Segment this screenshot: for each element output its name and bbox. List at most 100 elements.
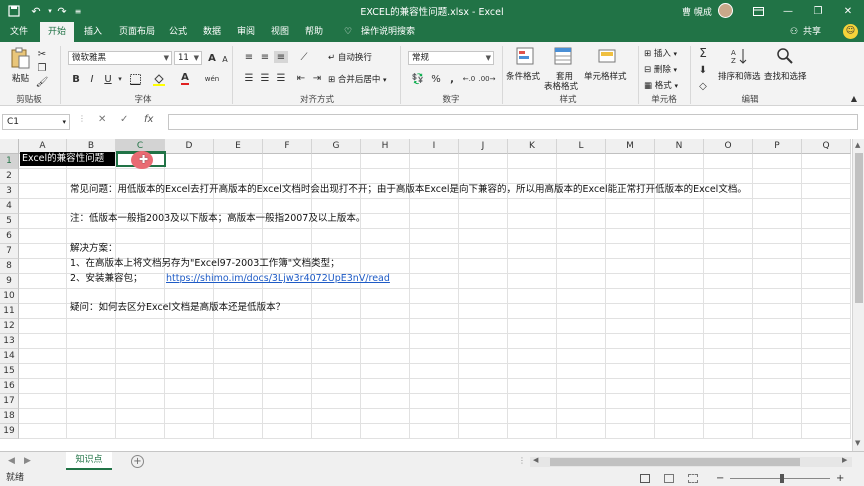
column-header-m[interactable]: M (606, 139, 655, 154)
tab-file[interactable]: 文件 (4, 22, 34, 42)
row-header-11[interactable]: 11 (0, 304, 19, 319)
customize-toolbar-icon[interactable]: ≡ (70, 3, 86, 19)
column-header-g[interactable]: G (312, 139, 361, 154)
column-header-e[interactable]: E (214, 139, 263, 154)
fill-color-icon[interactable] (152, 72, 166, 86)
insert-function-button[interactable]: fx (144, 114, 153, 130)
chevron-down-icon[interactable]: ▾ (116, 73, 124, 85)
row-header-17[interactable]: 17 (0, 394, 19, 409)
font-name-select[interactable]: 微软雅黑 ▼ (68, 51, 172, 65)
restore-button[interactable]: ❐ (804, 2, 832, 20)
cell-b3[interactable]: 常见问题：用低版本的Excel去打开高版本的Excel文档时会出现打不开；由于高… (70, 182, 747, 197)
conditional-format-icon[interactable] (514, 46, 536, 66)
format-cells-button[interactable]: ▦ 格式 ▾ (644, 79, 678, 91)
align-bottom-icon[interactable]: ≡ (274, 51, 288, 63)
normal-view-icon[interactable] (640, 474, 650, 483)
tab-help[interactable]: 帮助 (300, 22, 328, 42)
cancel-entry-button[interactable]: ✕ (98, 114, 106, 130)
row-header-4[interactable]: 4 (0, 199, 19, 214)
phonetic-icon[interactable]: wén (202, 72, 222, 86)
delete-cells-button[interactable]: ⊟ 删除 ▾ (644, 63, 677, 75)
row-header-15[interactable]: 15 (0, 364, 19, 379)
row-header-12[interactable]: 12 (0, 319, 19, 334)
tab-page-layout[interactable]: 页面布局 (112, 22, 162, 42)
accounting-format-icon[interactable]: 💱 (410, 72, 426, 86)
align-center-icon[interactable]: ☰ (258, 72, 272, 84)
row-header-3[interactable]: 3 (0, 184, 19, 199)
percent-button[interactable]: % (430, 72, 442, 86)
row-header-2[interactable]: 2 (0, 169, 19, 184)
column-header-k[interactable]: K (508, 139, 557, 154)
row-header-16[interactable]: 16 (0, 379, 19, 394)
select-all-corner[interactable] (0, 139, 19, 154)
row-header-7[interactable]: 7 (0, 244, 19, 259)
clear-icon[interactable]: ◇ (696, 79, 710, 93)
copy-icon[interactable]: ❐ (36, 62, 48, 74)
save-icon[interactable] (6, 3, 22, 19)
underline-button[interactable]: U (102, 72, 114, 86)
tab-formulas[interactable]: 公式 (164, 22, 192, 42)
confirm-entry-button[interactable]: ✓ (120, 114, 128, 130)
row-header-8[interactable]: 8 (0, 259, 19, 274)
smiley-icon[interactable]: ☺ (843, 24, 858, 39)
column-header-o[interactable]: O (704, 139, 753, 154)
formula-input[interactable] (168, 114, 858, 130)
tab-view[interactable]: 视图 (266, 22, 294, 42)
zoom-in-icon[interactable]: + (836, 471, 844, 486)
cell-a1[interactable]: Excel的兼容性问题 (20, 152, 115, 166)
align-middle-icon[interactable]: ≡ (258, 51, 272, 63)
minimize-button[interactable]: — (774, 2, 802, 20)
insert-cells-button[interactable]: ⊞ 插入 ▾ (644, 47, 677, 59)
cell-b5[interactable]: 注：低版本一般指2003及以下版本；高版本一般指2007及以上版本。 (70, 211, 365, 226)
sort-filter-icon[interactable]: AZ (728, 46, 750, 66)
align-right-icon[interactable]: ☰ (274, 72, 288, 84)
increase-indent-icon[interactable]: ⇥ (310, 72, 324, 84)
split-handle-icon[interactable]: ⋮ (518, 456, 526, 465)
column-header-f[interactable]: F (263, 139, 312, 154)
tell-me-search[interactable]: ♡ 操作说明搜索 (344, 25, 415, 39)
tab-home[interactable]: 开始 (40, 22, 74, 42)
zoom-out-icon[interactable]: − (716, 471, 724, 486)
font-color-icon[interactable]: A (178, 71, 192, 85)
merge-center-button[interactable]: ⊞ 合并后居中 ▾ (328, 73, 387, 85)
row-header-5[interactable]: 5 (0, 214, 19, 229)
cell-b9[interactable]: 2、安装兼容包； (70, 271, 143, 286)
scroll-up-icon[interactable]: ▲ (855, 141, 860, 149)
cut-icon[interactable]: ✂ (36, 48, 48, 60)
vertical-scrollbar[interactable]: ▲ ▼ (852, 139, 864, 451)
find-select-icon[interactable] (774, 46, 796, 66)
user-name[interactable]: 曹 幌成 (682, 5, 712, 18)
decrease-indent-icon[interactable]: ⇤ (294, 72, 308, 84)
italic-button[interactable]: I (86, 72, 98, 86)
scroll-down-icon[interactable]: ▼ (855, 439, 860, 447)
shrink-font-icon[interactable]: A (220, 53, 230, 65)
bold-button[interactable]: B (70, 72, 82, 86)
row-header-14[interactable]: 14 (0, 349, 19, 364)
tab-insert[interactable]: 插入 (78, 22, 108, 42)
cell-d9-link[interactable]: https://shimo.im/docs/3Ljw3r4072UpE3nV/r… (166, 271, 390, 286)
align-top-icon[interactable]: ≡ (242, 51, 256, 63)
sheet-tab-knowledge[interactable]: 知识点 (66, 452, 112, 470)
collapse-ribbon-icon[interactable]: ▲ (848, 92, 860, 104)
add-sheet-button[interactable]: + (131, 455, 144, 468)
vertical-scroll-thumb[interactable] (855, 153, 863, 303)
prev-sheet-icon[interactable]: ◀ (8, 456, 15, 466)
page-break-view-icon[interactable] (688, 474, 698, 483)
borders-icon[interactable] (128, 72, 142, 86)
column-header-i[interactable]: I (410, 139, 459, 154)
column-header-h[interactable]: H (361, 139, 410, 154)
fill-icon[interactable]: ⬇ (696, 63, 710, 77)
page-layout-view-icon[interactable] (664, 474, 674, 483)
font-size-select[interactable]: 11 ▼ (174, 51, 202, 65)
cell-b7[interactable]: 解决方案： (70, 241, 118, 256)
align-left-icon[interactable]: ☰ (242, 72, 256, 84)
tab-data[interactable]: 数据 (198, 22, 226, 42)
wrap-text-button[interactable]: ↵ 自动换行 (328, 51, 372, 63)
row-header-18[interactable]: 18 (0, 409, 19, 424)
avatar[interactable] (718, 3, 733, 18)
paste-icon[interactable] (8, 46, 32, 70)
orientation-icon[interactable]: ⟋ (296, 51, 312, 63)
row-header-19[interactable]: 19 (0, 424, 19, 439)
column-header-d[interactable]: D (165, 139, 214, 154)
format-as-table-icon[interactable] (552, 46, 574, 66)
